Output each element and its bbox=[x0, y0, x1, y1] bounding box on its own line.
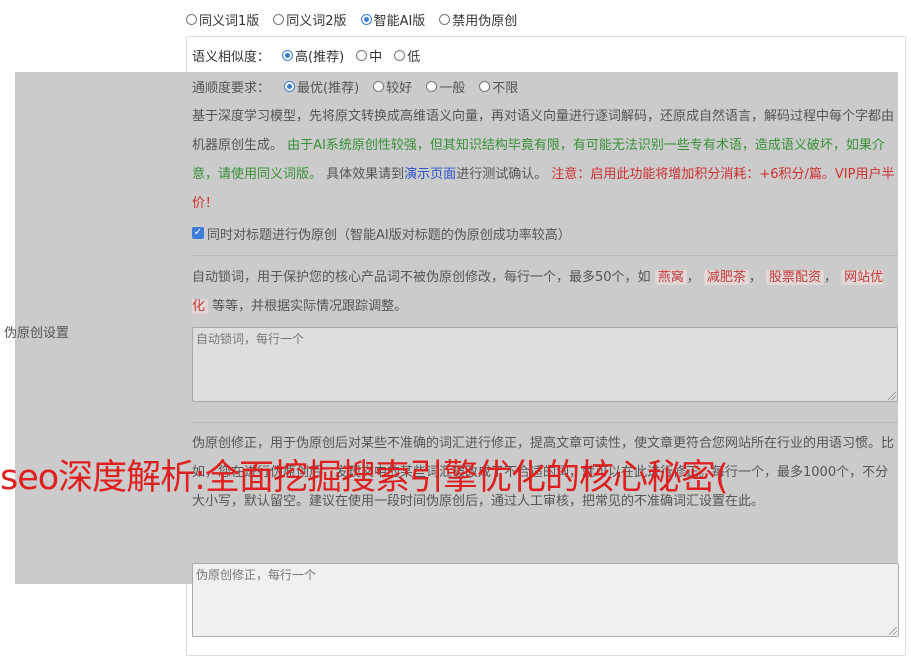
radio-icon[interactable] bbox=[426, 80, 438, 92]
radio-icon[interactable] bbox=[186, 14, 197, 25]
radio-icon[interactable] bbox=[439, 14, 451, 25]
lock-words-textarea[interactable]: 自动锁词，每行一个 bbox=[192, 327, 898, 402]
mode-option-ai[interactable]: 智能AI版 bbox=[360, 10, 425, 29]
textarea-placeholder: 自动锁词，每行一个 bbox=[196, 332, 305, 346]
settings-content: 通顺度要求： 最优(推荐) 较好 一般 不限 基于深度学习模型，先将原文转换成高… bbox=[192, 76, 898, 516]
radio-selected-icon[interactable] bbox=[282, 50, 294, 61]
fluency-option-best[interactable]: 最优(推荐) bbox=[284, 77, 359, 96]
demo-page-link[interactable]: 演示页面 bbox=[404, 167, 456, 182]
similarity-option-low[interactable]: 低 bbox=[394, 46, 420, 65]
example-tag: 股票配资 bbox=[766, 270, 825, 285]
divider bbox=[192, 422, 898, 423]
fluency-option-normal[interactable]: 一般 bbox=[426, 77, 465, 96]
radio-icon[interactable] bbox=[394, 50, 406, 61]
resize-grip-icon[interactable] bbox=[888, 392, 896, 400]
fluency-radio-group: 通顺度要求： 最优(推荐) 较好 一般 不限 bbox=[192, 76, 898, 96]
radio-icon[interactable] bbox=[273, 14, 285, 25]
mode-option-disable[interactable]: 禁用伪原创 bbox=[439, 10, 517, 29]
lock-words-description: 自动锁词，用于保护您的核心产品词不被伪原创修改，每行一个，最多50个，如 燕窝，… bbox=[192, 270, 884, 314]
similarity-radio-group: 语义相似度： 高(推荐) 中 低 bbox=[192, 46, 420, 65]
checkbox-checked-icon[interactable]: ✓ bbox=[192, 227, 204, 239]
fluency-option-unlimited[interactable]: 不限 bbox=[479, 77, 518, 96]
textarea-placeholder: 伪原创修正，每行一个 bbox=[196, 568, 317, 582]
section-label: 伪原创设置 bbox=[4, 326, 70, 341]
mode-option-synonym1[interactable]: 同义词1版 bbox=[186, 10, 259, 29]
mode-radio-group: 同义词1版 同义词2版 智能AI版 禁用伪原创 bbox=[186, 10, 517, 29]
overlay-title: seo深度解析:全面挖掘搜索引擎优化的核心秘密( bbox=[0, 458, 729, 498]
radio-icon[interactable] bbox=[356, 50, 368, 61]
radio-icon[interactable] bbox=[479, 80, 491, 92]
radio-icon[interactable] bbox=[373, 80, 385, 92]
ai-description: 基于深度学习模型，先将原文转换成高维语义向量，再对语义向量进行逐词解码，还原成自… bbox=[192, 109, 895, 211]
radio-selected-icon[interactable] bbox=[284, 80, 296, 92]
fluency-option-good[interactable]: 较好 bbox=[373, 77, 412, 96]
example-tag: 减肥茶 bbox=[703, 270, 749, 285]
example-tag: 燕窝 bbox=[654, 270, 687, 285]
similarity-option-high[interactable]: 高(推荐) bbox=[282, 46, 344, 65]
fluency-label: 通顺度要求： bbox=[192, 80, 271, 96]
radio-selected-icon[interactable] bbox=[360, 14, 372, 25]
title-rewrite-option[interactable]: ✓ 同时对标题进行伪原创（智能AI版对标题的伪原创成功率较高） bbox=[192, 223, 898, 243]
similarity-option-medium[interactable]: 中 bbox=[356, 46, 382, 65]
resize-grip-icon[interactable] bbox=[889, 627, 897, 635]
correction-textarea[interactable]: 伪原创修正，每行一个 bbox=[192, 563, 899, 637]
divider bbox=[192, 255, 898, 256]
mode-option-synonym2[interactable]: 同义词2版 bbox=[273, 10, 347, 29]
similarity-label: 语义相似度： bbox=[192, 50, 271, 65]
